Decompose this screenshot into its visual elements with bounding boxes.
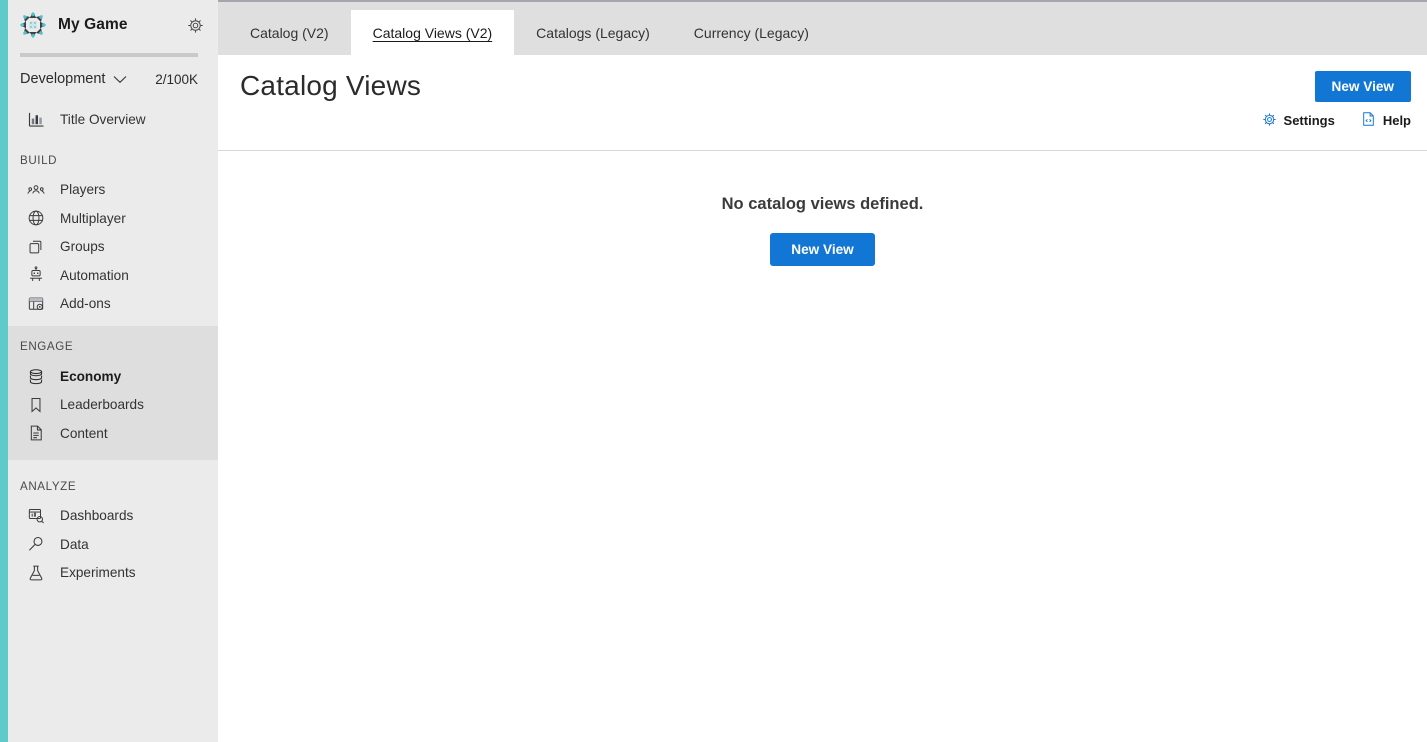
sidebar-group-build-heading: BUILD [20, 153, 58, 167]
sidebar-item-experiments[interactable]: Experiments [0, 559, 218, 588]
page-title: Catalog Views [240, 70, 422, 101]
sidebar-item-label: Content [60, 425, 108, 441]
environment-selector[interactable]: Development 2/100K [0, 57, 218, 91]
sidebar-item-label: Data [60, 536, 89, 552]
tab-label: Catalogs (Legacy) [536, 24, 650, 41]
bar-chart-icon [26, 109, 46, 129]
sidebar-item-leaderboards[interactable]: Leaderboards [0, 391, 218, 420]
new-view-button-header[interactable]: New View [1314, 71, 1411, 102]
flask-icon [26, 563, 46, 583]
globe-icon [26, 208, 46, 228]
game-title: My Game [58, 16, 128, 33]
sidebar-item-multiplayer[interactable]: Multiplayer [0, 204, 218, 233]
tab-label: Catalog (V2) [250, 24, 329, 41]
sidebar-header: My Game [0, 0, 218, 50]
sidebar-item-addons[interactable]: Add-ons [0, 290, 218, 319]
page-header: Catalog Views New View Settings Help [218, 55, 1427, 151]
sidebar-item-economy[interactable]: Economy [0, 362, 218, 391]
sidebar-group-analyze-heading: ANALYZE [20, 479, 77, 493]
empty-state-message: No catalog views defined. [721, 195, 924, 213]
sidebar-item-data[interactable]: Data [0, 530, 218, 559]
addons-grid-icon [26, 294, 46, 314]
sidebar-item-dashboards[interactable]: Dashboards [0, 502, 218, 531]
game-logo-icon [20, 12, 46, 38]
chevron-down-icon[interactable] [113, 75, 127, 84]
sidebar-item-label: Leaderboards [60, 397, 144, 413]
bookmark-icon [26, 395, 46, 415]
sidebar-item-label: Players [60, 182, 106, 198]
magnifier-icon [26, 534, 46, 554]
sidebar-item-content[interactable]: Content [0, 419, 218, 448]
sidebar-item-label: Add-ons [60, 296, 111, 312]
tab-label: Catalog Views (V2) [372, 24, 493, 41]
settings-label: Settings [1283, 113, 1335, 128]
empty-state: No catalog views defined. New View [218, 195, 1427, 266]
sidebar-item-label: Title Overview [60, 111, 146, 127]
sidebar-item-label: Experiments [60, 565, 136, 581]
app-root: My Game Development 2/100K Title Overvie… [0, 0, 1427, 742]
copy-stack-icon [26, 237, 46, 257]
main-content: Catalog (V2) Catalog Views (V2) Catalogs… [218, 0, 1427, 742]
tab-catalog-views-v2[interactable]: Catalog Views (V2) [350, 10, 515, 55]
environment-name: Development [20, 71, 106, 87]
help-label: Help [1382, 113, 1411, 128]
sidebar-item-label: Automation [60, 267, 129, 283]
dashboard-icon [26, 506, 46, 526]
sidebar-item-label: Multiplayer [60, 210, 126, 226]
left-accent-rail [0, 0, 8, 742]
header-actions: Settings Help [1262, 111, 1411, 130]
help-action[interactable]: Help [1361, 111, 1411, 130]
sidebar-item-label: Dashboards [60, 508, 134, 524]
sidebar-item-title-overview[interactable]: Title Overview [0, 105, 218, 134]
gear-icon [1262, 112, 1277, 130]
players-icon [26, 180, 46, 200]
sidebar-item-automation[interactable]: Automation [0, 261, 218, 290]
document-icon [26, 423, 46, 443]
sidebar: My Game Development 2/100K Title Overvie… [0, 0, 218, 742]
sidebar-settings-gear-icon[interactable] [184, 14, 206, 36]
new-view-button-empty-state[interactable]: New View [770, 233, 875, 266]
sidebar-item-label: Groups [60, 239, 105, 255]
sidebar-nav: Title Overview BUILD Players Multiplayer… [0, 105, 218, 587]
sidebar-item-groups[interactable]: Groups [0, 233, 218, 262]
tab-bar: Catalog (V2) Catalog Views (V2) Catalogs… [218, 0, 1427, 55]
sidebar-item-players[interactable]: Players [0, 176, 218, 205]
sidebar-item-label: Economy [60, 368, 122, 384]
tab-currency-legacy[interactable]: Currency (Legacy) [672, 10, 831, 55]
help-document-icon [1361, 111, 1376, 130]
sidebar-group-engage-heading: ENGAGE [20, 340, 74, 353]
sidebar-group-engage: ENGAGE Economy Leaderboards Content [0, 326, 218, 460]
tab-label: Currency (Legacy) [693, 24, 809, 41]
robot-icon [26, 265, 46, 285]
settings-action[interactable]: Settings [1262, 112, 1335, 130]
coin-stack-icon [26, 366, 46, 386]
environment-quota: 2/100K [155, 71, 198, 87]
tab-catalog-v2[interactable]: Catalog (V2) [228, 10, 351, 55]
tab-catalogs-legacy[interactable]: Catalogs (Legacy) [514, 10, 672, 55]
